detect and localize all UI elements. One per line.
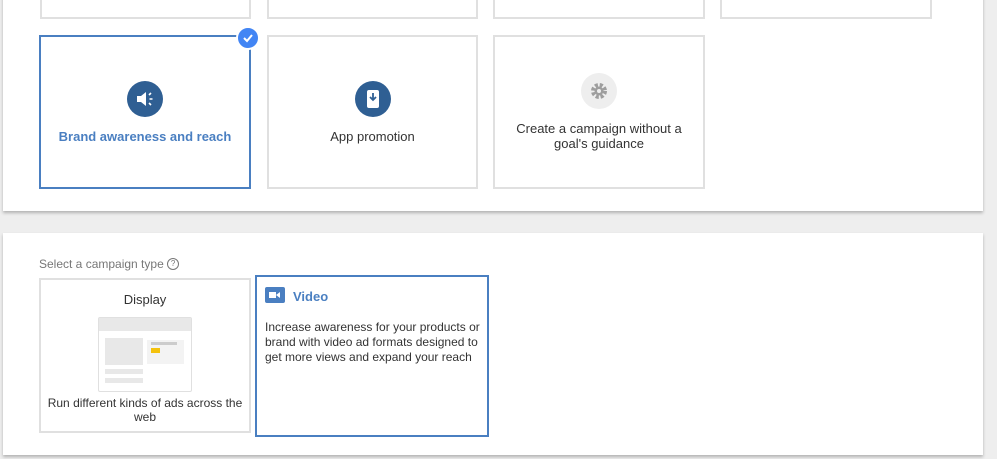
goal-label: Create a campaign without a goal's guida…	[514, 121, 684, 151]
checkmark-icon	[236, 26, 260, 50]
goal-card-brand-awareness[interactable]: Brand awareness and reach	[39, 35, 251, 189]
video-camera-icon	[265, 287, 285, 306]
display-description: Run different kinds of ads across the we…	[45, 396, 245, 424]
campaign-type-panel: Select a campaign type ? Display Run dif…	[3, 233, 983, 455]
help-icon[interactable]: ?	[167, 258, 179, 270]
goal-label: App promotion	[330, 129, 415, 144]
goal-card-top-2[interactable]	[267, 0, 478, 19]
goal-card-top-4[interactable]	[720, 0, 932, 19]
phone-download-icon	[355, 81, 391, 117]
goal-card-app-promotion[interactable]: App promotion	[267, 35, 478, 189]
goal-label: Brand awareness and reach	[59, 129, 232, 144]
goal-panel: Brand awareness and reach App promotion …	[3, 0, 983, 211]
campaign-type-video[interactable]: Video Increase awareness for your produc…	[255, 275, 489, 437]
campaign-type-label: Select a campaign type ?	[39, 257, 179, 271]
video-description: Increase awareness for your products or …	[265, 320, 480, 365]
goal-card-top-3[interactable]	[493, 0, 705, 19]
gear-icon	[581, 73, 617, 109]
campaign-type-display[interactable]: Display Run different kinds of ads acros…	[39, 278, 251, 433]
megaphone-icon	[127, 81, 163, 117]
video-title: Video	[293, 289, 328, 304]
goal-card-top-1[interactable]	[40, 0, 251, 19]
display-illustration	[98, 317, 192, 392]
display-title: Display	[124, 292, 167, 307]
goal-card-no-guidance[interactable]: Create a campaign without a goal's guida…	[493, 35, 705, 189]
